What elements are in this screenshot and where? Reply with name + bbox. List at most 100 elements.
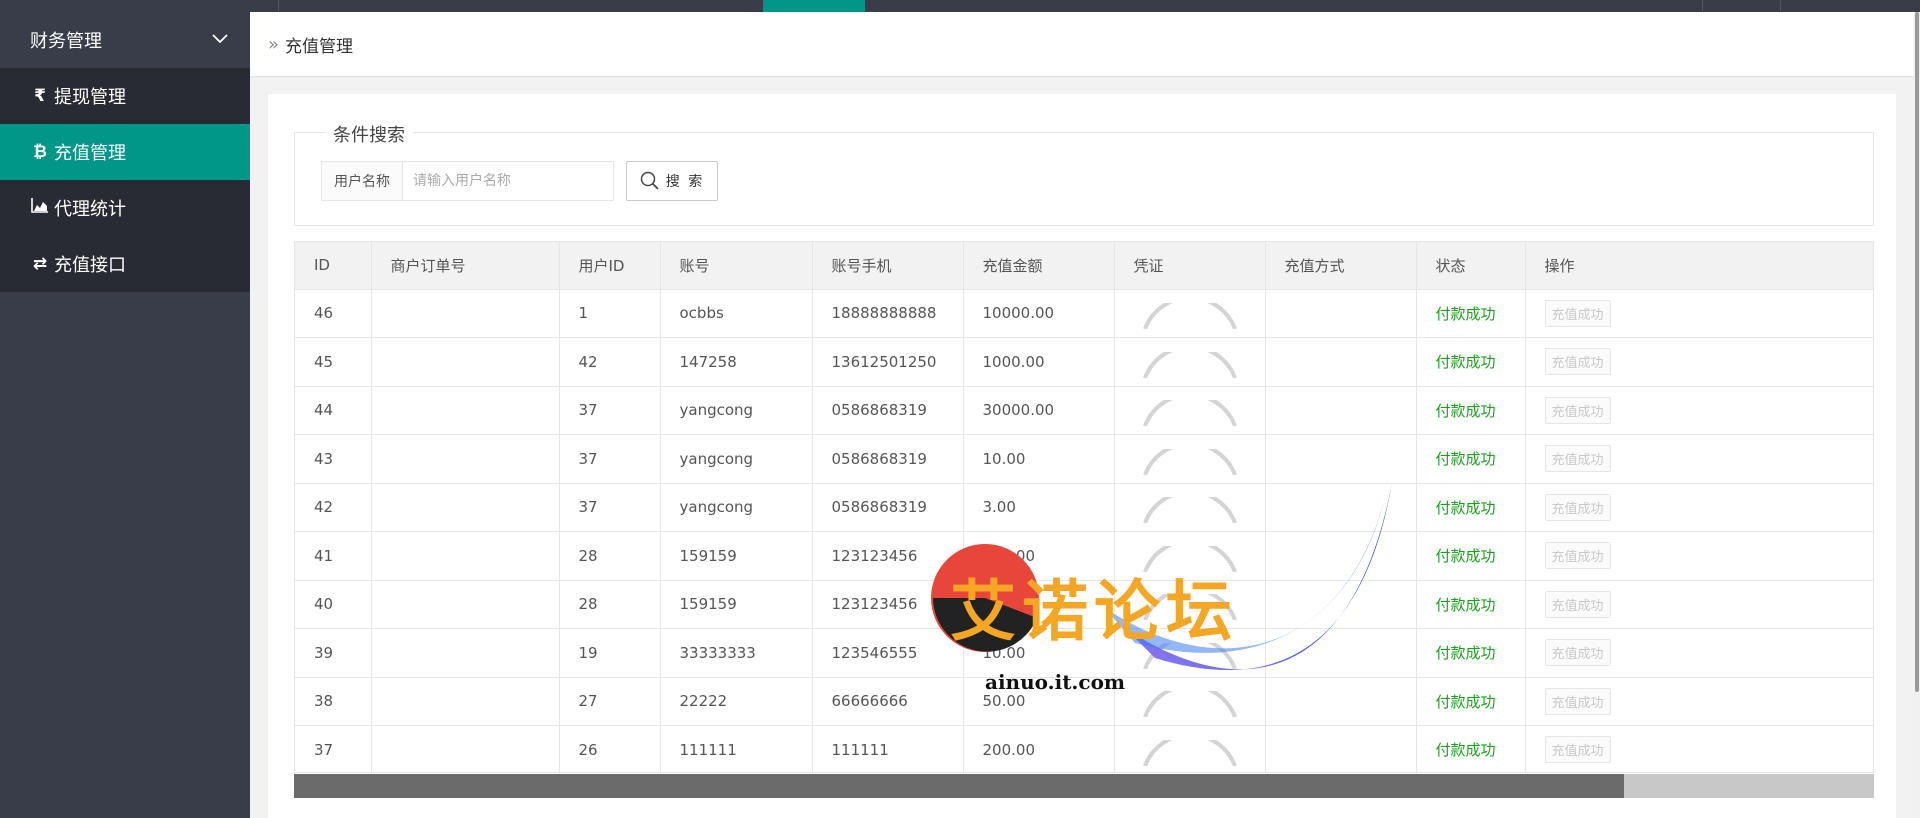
cell-action: 充值成功 — [1525, 677, 1873, 726]
area-chart-icon — [30, 198, 50, 218]
recharge-success-button[interactable]: 充值成功 — [1544, 445, 1611, 473]
cell-status: 付款成功 — [1416, 580, 1526, 629]
top-navbar — [0, 0, 1920, 12]
cell-status: 付款成功 — [1416, 628, 1526, 678]
sidebar-item-recharge-api[interactable]: ⇄ 充值接口 — [0, 236, 250, 292]
page-scrollbar[interactable] — [1914, 12, 1920, 818]
sidebar-item-label: 充值管理 — [54, 143, 126, 164]
recharge-success-button[interactable]: 充值成功 — [1544, 639, 1611, 667]
column-header[interactable]: 商户订单号 — [371, 242, 560, 290]
cell-user-id: 37 — [559, 434, 661, 484]
cell-order-no — [371, 580, 560, 629]
sidebar-item-label: 提现管理 — [54, 87, 126, 108]
cell-action: 充值成功 — [1525, 483, 1873, 532]
cell-method — [1265, 677, 1417, 726]
top-nav-divider — [1780, 0, 1781, 12]
cell-phone: 0586868319 — [812, 483, 964, 532]
column-header[interactable]: ID — [295, 242, 372, 290]
cell-action: 充值成功 — [1525, 386, 1873, 435]
cell-user-id: 28 — [559, 580, 661, 629]
cell-account: yangcong — [660, 386, 813, 435]
recharge-success-button[interactable]: 充值成功 — [1544, 687, 1611, 715]
recharge-success-button[interactable]: 充值成功 — [1544, 299, 1611, 327]
search-legend: 条件搜索 — [325, 121, 413, 147]
table-row: 42 37 yangcong 0586868319 3.00 付款成功 充值成功 — [295, 483, 1873, 532]
recharge-success-button[interactable]: 充值成功 — [1544, 590, 1611, 618]
cell-id: 46 — [295, 289, 372, 338]
cell-order-no — [371, 628, 560, 678]
cell-action: 充值成功 — [1525, 337, 1873, 387]
cell-action: 充值成功 — [1525, 289, 1873, 338]
cell-voucher — [1114, 725, 1266, 772]
cell-order-no — [371, 289, 560, 338]
recharge-success-button[interactable]: 充值成功 — [1544, 396, 1611, 424]
search-icon — [640, 171, 659, 190]
table-header-row: ID 商户订单号 用户ID 账号 账号手机 充值金额 凭证 充值方式 状态 操作 — [295, 242, 1873, 290]
search-button-label: 搜 索 — [665, 174, 705, 190]
column-header[interactable]: 用户ID — [559, 242, 661, 290]
username-search-input[interactable] — [402, 161, 614, 201]
double-chevron-icon: » — [268, 33, 280, 55]
cell-status: 付款成功 — [1416, 289, 1526, 338]
column-header[interactable]: 状态 — [1416, 242, 1526, 290]
column-header[interactable]: 操作 — [1525, 242, 1873, 290]
cell-voucher — [1114, 483, 1266, 532]
voucher-image[interactable] — [1141, 448, 1241, 475]
voucher-image[interactable] — [1141, 497, 1241, 524]
cell-user-id: 37 — [559, 483, 661, 532]
sidebar-item-withdraw[interactable]: ₹ 提现管理 — [0, 68, 250, 124]
column-header[interactable]: 凭证 — [1114, 242, 1266, 290]
cell-id: 40 — [295, 580, 372, 629]
cell-amount: 30000.00 — [963, 386, 1115, 435]
column-header[interactable]: 账号手机 — [812, 242, 964, 290]
cell-id: 45 — [295, 337, 372, 387]
cell-account: yangcong — [660, 483, 813, 532]
voucher-image[interactable] — [1141, 691, 1241, 718]
column-header[interactable]: 充值金额 — [963, 242, 1115, 290]
recharge-success-button[interactable]: 充值成功 — [1544, 736, 1611, 764]
cell-account: 159159 — [660, 580, 813, 629]
recharge-success-button[interactable]: 充值成功 — [1544, 348, 1611, 376]
cell-user-id: 1 — [559, 289, 661, 338]
cell-status: 付款成功 — [1416, 677, 1526, 726]
cell-amount: 10000.00 — [963, 289, 1115, 338]
cell-method — [1265, 483, 1417, 532]
column-header[interactable]: 账号 — [660, 242, 813, 290]
table-row: 46 1 ocbbs 18888888888 10000.00 付款成功 充值成功 — [295, 289, 1873, 338]
cell-user-id: 27 — [559, 677, 661, 726]
table-scrollbar-thumb[interactable] — [294, 774, 1624, 798]
cell-status: 付款成功 — [1416, 434, 1526, 484]
voucher-image[interactable] — [1141, 351, 1241, 378]
sidebar-item-label: 代理统计 — [54, 199, 126, 220]
voucher-image[interactable] — [1141, 739, 1241, 766]
column-header[interactable]: 充值方式 — [1265, 242, 1417, 290]
voucher-image[interactable] — [1141, 400, 1241, 427]
watermark-title: 艾诺论坛 — [950, 573, 1238, 650]
cell-method — [1265, 725, 1417, 772]
cell-phone: 123546555 — [812, 628, 964, 678]
cell-method — [1265, 386, 1417, 435]
top-nav-active-tab[interactable] — [763, 0, 865, 12]
recharge-success-button[interactable]: 充值成功 — [1544, 542, 1611, 570]
voucher-image[interactable] — [1141, 303, 1241, 330]
cell-method — [1265, 434, 1417, 484]
cell-voucher — [1114, 386, 1266, 435]
recharge-success-button[interactable]: 充值成功 — [1544, 493, 1611, 521]
cell-method — [1265, 337, 1417, 387]
cell-id: 43 — [295, 434, 372, 484]
sidebar-item-recharge[interactable]: ₿ 充值管理 — [0, 124, 250, 180]
search-button[interactable]: 搜 索 — [626, 161, 718, 201]
sidebar-item-label: 充值接口 — [54, 255, 126, 276]
cell-action: 充值成功 — [1525, 628, 1873, 678]
bitcoin-icon: ₿ — [33, 142, 47, 162]
table-horizontal-scrollbar[interactable] — [294, 774, 1874, 798]
sidebar-group-finance[interactable]: 财务管理 — [0, 12, 250, 68]
cell-amount: 10.00 — [963, 434, 1115, 484]
cell-id: 44 — [295, 386, 372, 435]
page-scrollbar-thumb[interactable] — [1915, 12, 1919, 692]
cell-voucher — [1114, 434, 1266, 484]
cell-status: 付款成功 — [1416, 386, 1526, 435]
page-title: 充值管理 — [285, 36, 354, 57]
chevron-down-icon — [212, 34, 228, 44]
sidebar-item-agent-stats[interactable]: 代理统计 — [0, 180, 250, 236]
